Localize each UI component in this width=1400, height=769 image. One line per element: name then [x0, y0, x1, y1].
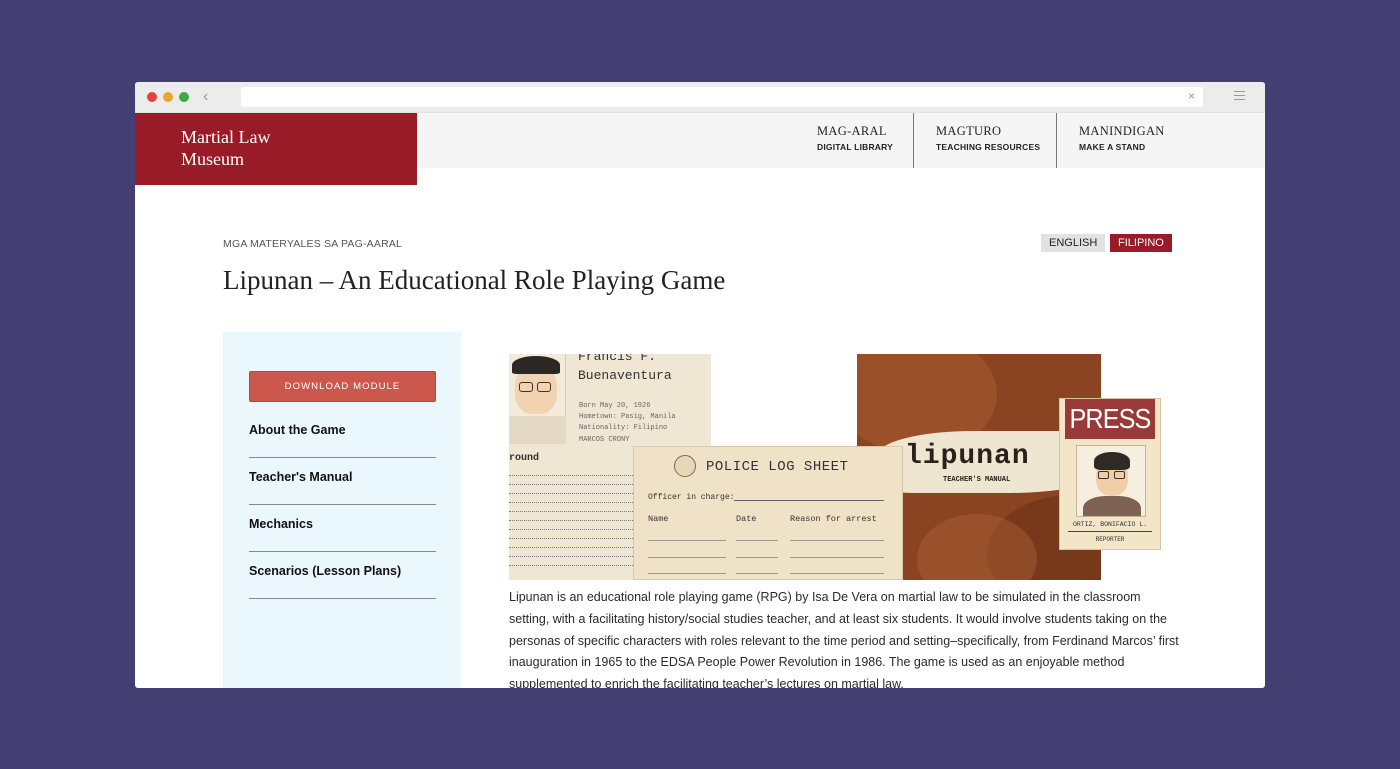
reporter-portrait [1076, 445, 1146, 517]
seal-icon [674, 455, 696, 477]
manual-title: lipunan [905, 441, 1030, 472]
police-log-sheet: POLICE LOG SHEET Officer in charge: Name… [633, 446, 903, 580]
nav-main-label: MANINDIGAN [1079, 124, 1165, 138]
character-background-label: round [509, 453, 540, 464]
close-window-button[interactable] [147, 92, 157, 102]
press-role: REPORTER [1095, 536, 1125, 543]
back-arrow-icon[interactable]: ‹ [203, 88, 208, 106]
maximize-window-button[interactable] [179, 92, 189, 102]
press-label: PRESS [1065, 399, 1155, 439]
character-info: MARCOS CRONY [579, 436, 630, 444]
character-info: Hometown: Pasig, Manila [579, 413, 676, 421]
column-date: Date [736, 514, 757, 524]
character-background-text [509, 472, 649, 571]
nav-magturo[interactable]: MAGTURO TEACHING RESOURCES [913, 113, 1056, 168]
nav-sub-label: DIGITAL LIBRARY [817, 142, 894, 152]
game-description: Lipunan is an educational role playing g… [509, 590, 1179, 688]
nav-manindigan[interactable]: MANINDIGAN MAKE A STAND [1056, 113, 1196, 168]
character-info: Born May 20, 1926 [579, 402, 651, 410]
logo-line-1: Martial Law [181, 127, 271, 147]
logo-line-2: Museum [181, 149, 244, 169]
nav-sub-label: MAKE A STAND [1079, 142, 1146, 152]
sidebar: DOWNLOAD MODULE About the Game Teacher's… [223, 332, 461, 688]
character-name-last: Buenaventura [578, 368, 672, 383]
site-header: Martial Law Museum MAG-ARAL DIGITAL LIBR… [135, 113, 1265, 185]
address-bar[interactable]: × [241, 87, 1203, 107]
language-filipino-button[interactable]: FILIPINO [1110, 234, 1172, 252]
browser-window: ‹ × Martial Law Museum MAG-ARAL DIGITAL … [135, 82, 1265, 688]
minimize-window-button[interactable] [163, 92, 173, 102]
download-module-button[interactable]: DOWNLOAD MODULE [249, 371, 436, 402]
clear-url-icon[interactable]: × [1188, 89, 1195, 103]
sidebar-link-scenarios[interactable]: Scenarios (Lesson Plans) [249, 552, 436, 599]
sidebar-link-teachers-manual[interactable]: Teacher's Manual [249, 458, 436, 505]
browser-chrome: ‹ × [135, 82, 1265, 113]
hero-image: Francis F. Buenaventura Born May 20, 192… [509, 354, 1175, 580]
press-card: PRESS ORTIZ, BONIFACIO L. REPORTER [1059, 398, 1161, 550]
hamburger-icon[interactable] [1234, 91, 1245, 100]
site-logo[interactable]: Martial Law Museum [135, 113, 417, 185]
language-english-button[interactable]: ENGLISH [1041, 234, 1106, 252]
character-info: Nationality: Filipino [579, 424, 668, 432]
character-name-first: Francis F. [578, 354, 657, 364]
manual-subtitle: TEACHER'S MANUAL [943, 476, 1011, 484]
nav-main-label: MAG-ARAL [817, 124, 887, 138]
officer-label: Officer in charge: [648, 493, 735, 502]
police-log-title: POLICE LOG SHEET [706, 459, 849, 475]
breadcrumb[interactable]: MGA MATERYALES SA PAG-AARAL [223, 238, 402, 250]
column-name: Name [648, 514, 669, 524]
sidebar-link-about[interactable]: About the Game [249, 411, 436, 458]
nav-sub-label: TEACHING RESOURCES [936, 142, 1041, 152]
column-reason: Reason for arrest [790, 514, 877, 524]
character-portrait [509, 354, 566, 444]
nav-main-label: MAGTURO [936, 124, 1002, 138]
sidebar-link-mechanics[interactable]: Mechanics [249, 505, 436, 552]
press-name: ORTIZ, BONIFACIO L. [1072, 521, 1148, 528]
page-title: Lipunan – An Educational Role Playing Ga… [223, 265, 726, 295]
nav-mag-aral[interactable]: MAG-ARAL DIGITAL LIBRARY [795, 113, 913, 168]
